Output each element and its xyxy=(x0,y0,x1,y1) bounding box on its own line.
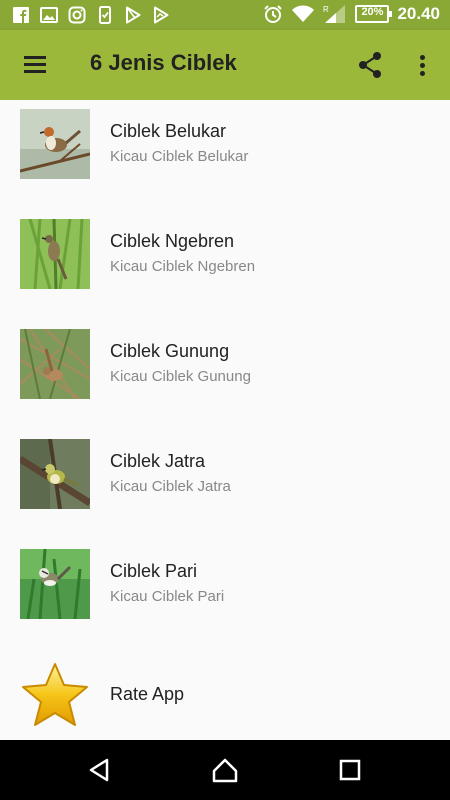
item-subtitle: Kicau Ciblek Belukar xyxy=(110,148,249,165)
bird-list: Ciblek Belukar Kicau Ciblek Belukar Cibl… xyxy=(0,100,450,740)
home-button[interactable] xyxy=(210,755,240,785)
battery-icon: 20% xyxy=(355,5,393,23)
list-item-rate-app[interactable]: Rate App xyxy=(0,650,450,740)
more-vert-dot xyxy=(420,63,425,68)
share-icon xyxy=(359,52,381,78)
wifi-icon xyxy=(292,5,315,22)
list-item-ciblek-pari[interactable]: Ciblek Pari Kicau Ciblek Pari xyxy=(0,540,450,650)
more-vert-dot xyxy=(420,71,425,76)
menu-button[interactable] xyxy=(22,52,50,78)
item-title: Ciblek Ngebren xyxy=(110,231,235,251)
phone-icon xyxy=(99,6,111,24)
back-icon xyxy=(89,758,109,782)
list-item-ciblek-jatra[interactable]: Ciblek Jatra Kicau Ciblek Jatra xyxy=(0,430,450,540)
share-button[interactable] xyxy=(356,50,386,80)
bird-thumbnail xyxy=(20,219,90,289)
menu-icon-bar xyxy=(24,63,46,66)
menu-icon-bar xyxy=(24,70,46,73)
menu-icon xyxy=(24,56,46,59)
bird-thumbnail xyxy=(20,549,90,619)
item-title: Ciblek Jatra xyxy=(110,451,206,471)
more-vert-icon xyxy=(420,55,425,60)
battery-level: 20% xyxy=(361,6,384,18)
item-title: Ciblek Pari xyxy=(110,561,198,581)
recents-icon xyxy=(339,759,361,781)
item-title: Rate App xyxy=(110,684,185,704)
list-item-ciblek-ngebren[interactable]: Ciblek Ngebren Kicau Ciblek Ngebren xyxy=(0,210,450,320)
signal-icon: R xyxy=(323,5,346,23)
clock: 20.40 xyxy=(397,4,440,23)
facebook-icon xyxy=(13,7,29,23)
nav-bar xyxy=(0,740,450,800)
recents-button[interactable] xyxy=(335,755,365,785)
list-item-ciblek-gunung[interactable]: Ciblek Gunung Kicau Ciblek Gunung xyxy=(0,320,450,430)
play-store-icon xyxy=(154,6,169,24)
item-title: Ciblek Gunung xyxy=(110,341,230,361)
list-item-ciblek-belukar[interactable]: Ciblek Belukar Kicau Ciblek Belukar xyxy=(0,100,450,210)
item-title: Ciblek Belukar xyxy=(110,121,227,141)
item-subtitle: Kicau Ciblek Jatra xyxy=(110,478,231,495)
play-store-icon xyxy=(126,6,141,24)
item-subtitle: Kicau Ciblek Pari xyxy=(110,588,225,605)
bird-thumbnail xyxy=(20,329,90,399)
status-bar: R 20% 20.40 xyxy=(0,0,450,30)
back-button[interactable] xyxy=(85,755,115,785)
app-bar: 6 Jenis Ciblek xyxy=(0,30,450,100)
item-subtitle: Kicau Ciblek Ngebren xyxy=(110,258,256,275)
more-options-button[interactable] xyxy=(414,50,430,80)
bird-thumbnail xyxy=(20,109,90,179)
page-title: 6 Jenis Ciblek xyxy=(90,50,237,75)
gallery-icon xyxy=(40,7,58,23)
star-icon xyxy=(20,660,90,730)
item-subtitle: Kicau Ciblek Gunung xyxy=(110,368,251,385)
svg-text:R: R xyxy=(323,5,329,14)
instagram-icon xyxy=(68,6,86,24)
bird-thumbnail xyxy=(20,439,90,509)
notification-icons xyxy=(12,6,170,24)
alarm-icon xyxy=(264,5,283,23)
system-icons: R 20% 20.40 xyxy=(263,4,440,24)
home-icon xyxy=(212,758,238,783)
